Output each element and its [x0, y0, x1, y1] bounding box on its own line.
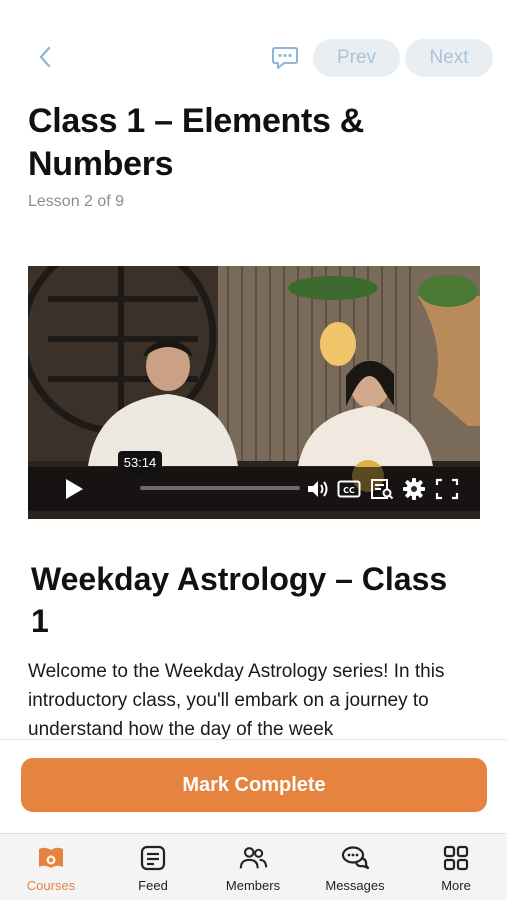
lesson-progress-label: Lesson 2 of 9 [28, 193, 125, 210]
tab-courses[interactable]: Courses [6, 844, 96, 898]
captions-icon: CC [337, 480, 361, 498]
tab-more-label: More [441, 878, 471, 893]
play-button[interactable] [60, 476, 86, 502]
chevron-left-icon [39, 46, 51, 68]
members-icon [239, 847, 268, 869]
grid-icon [443, 845, 469, 871]
tab-messages-label: Messages [325, 878, 385, 893]
messages-icon [341, 846, 370, 870]
back-button[interactable] [30, 42, 60, 72]
video-scrubber[interactable] [140, 486, 300, 490]
prev-button[interactable]: Prev [313, 39, 400, 77]
svg-text:CC: CC [343, 486, 355, 495]
tab-messages[interactable]: Messages [310, 844, 400, 898]
tab-more[interactable]: More [411, 844, 501, 898]
volume-icon [308, 481, 328, 497]
chat-bubble-icon [272, 47, 298, 69]
fullscreen-icon [435, 478, 459, 500]
tab-courses-label: Courses [26, 878, 76, 893]
next-button[interactable]: Next [405, 39, 493, 77]
settings-icon [403, 478, 425, 500]
transcript-button[interactable] [369, 476, 395, 502]
lesson-title: Class 1 – Elements & Numbers [28, 102, 365, 183]
lesson-description: Welcome to the Weekday Astrology series!… [28, 661, 445, 739]
tab-members[interactable]: Members [208, 844, 298, 898]
settings-button[interactable] [401, 476, 427, 502]
mark-complete-button[interactable]: Mark Complete [21, 758, 487, 812]
volume-button[interactable] [305, 476, 331, 502]
time-tooltip: 53:14 [118, 451, 162, 479]
bottom-tab-bar: Courses Feed Members Messages More [0, 833, 507, 900]
divider [0, 739, 507, 740]
top-nav-bar: Prev Next [0, 34, 507, 82]
feed-icon [140, 845, 166, 871]
tab-feed-label: Feed [138, 878, 168, 893]
transcript-icon [371, 479, 394, 500]
courses-icon [39, 847, 63, 868]
video-player[interactable]: 53:14 CC [28, 266, 480, 519]
tab-feed[interactable]: Feed [108, 844, 198, 898]
tab-members-label: Members [225, 878, 281, 893]
comments-button[interactable] [268, 42, 302, 74]
fullscreen-button[interactable] [434, 476, 460, 502]
captions-button[interactable]: CC [336, 476, 362, 502]
play-icon [66, 479, 83, 499]
section-title: Weekday Astrology – Class 1 [31, 561, 448, 639]
